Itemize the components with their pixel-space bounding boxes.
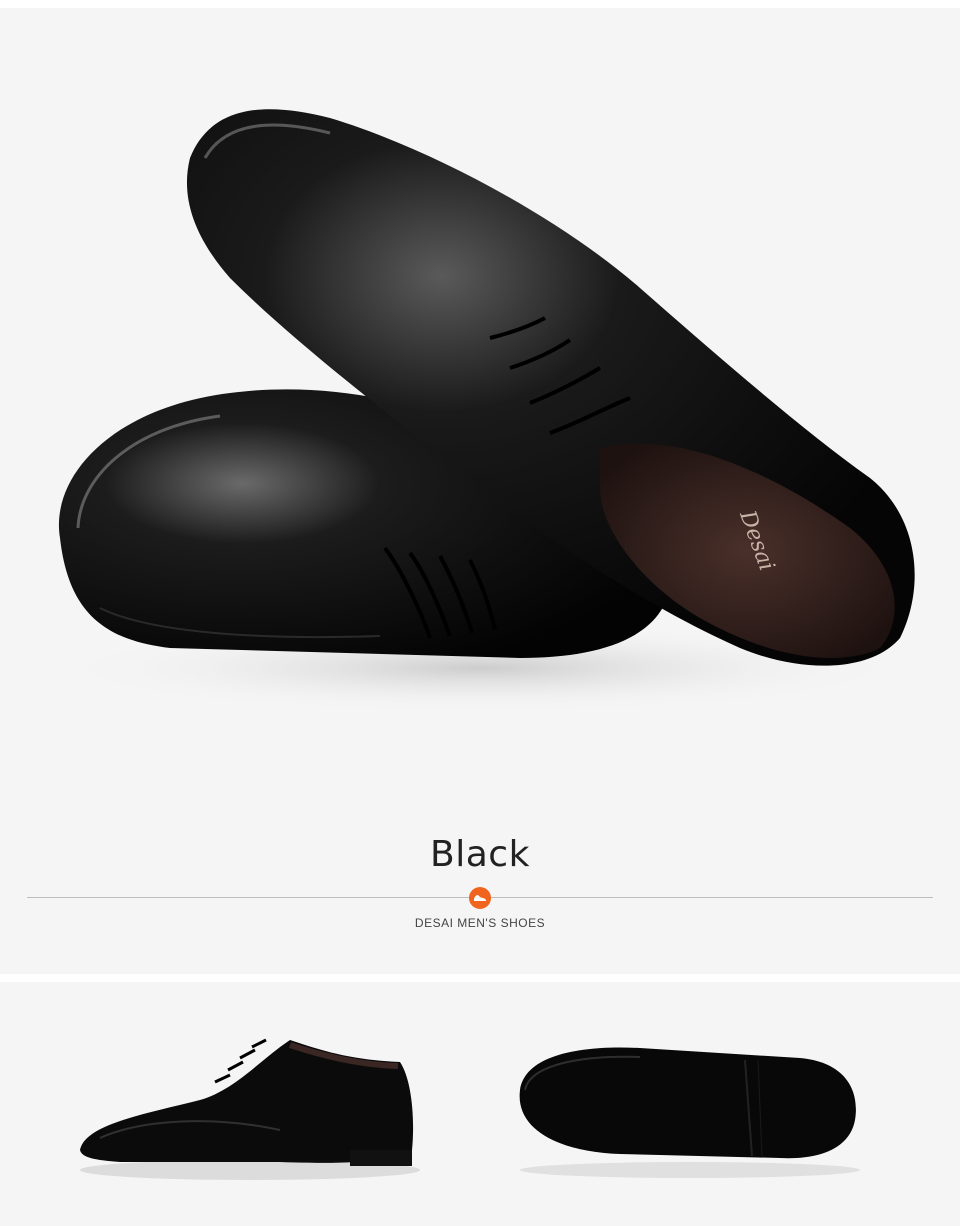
hero-shoes-image: Desai bbox=[50, 109, 915, 713]
color-name: Black bbox=[430, 834, 530, 875]
shoe-icon bbox=[469, 887, 491, 909]
sole-view-shoe-image bbox=[519, 1047, 860, 1178]
hero-panel: Desai Black DESAI MEN'S SHOES bbox=[0, 8, 960, 974]
brand-line: DESAI MEN'S SHOES bbox=[414, 916, 546, 930]
side-view-shoe-image bbox=[80, 1038, 420, 1180]
